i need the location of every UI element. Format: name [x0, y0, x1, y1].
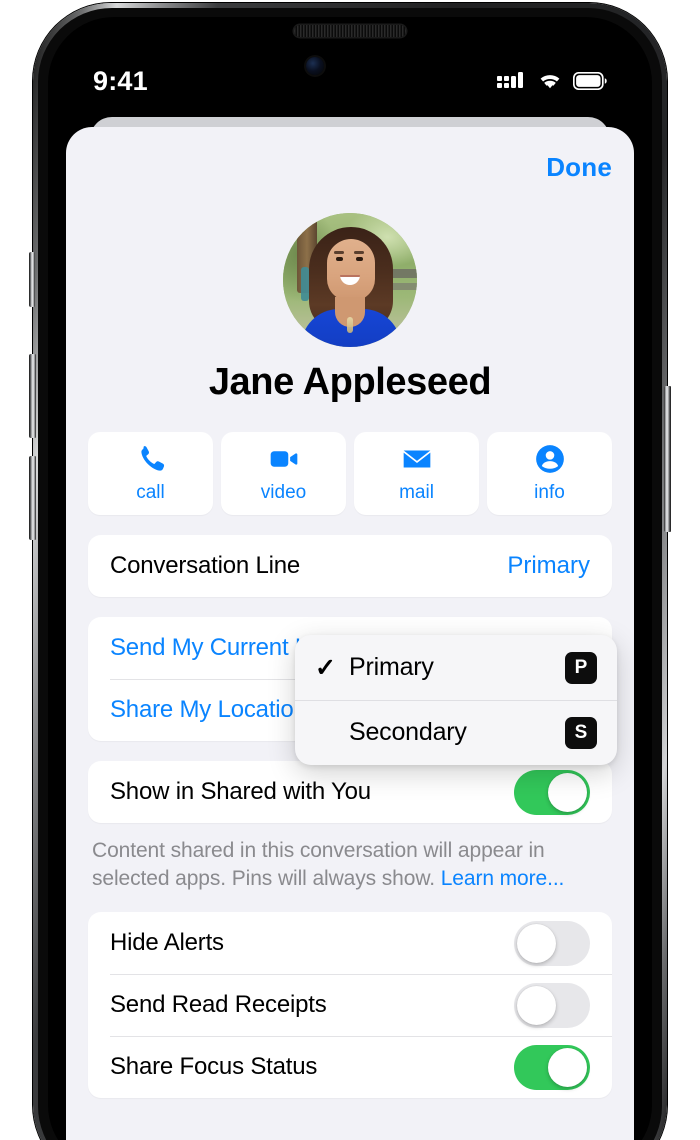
person-circle-icon [535, 445, 564, 473]
share-focus-status-toggle[interactable] [514, 1044, 590, 1090]
avatar-container [66, 213, 634, 347]
contact-name: Jane Appleseed [208, 361, 492, 403]
hide-alerts-toggle[interactable] [514, 920, 590, 966]
shared-with-you-group: Show in Shared with You [88, 761, 612, 823]
avatar[interactable] [283, 213, 417, 347]
share-focus-status-label: Share Focus Status [110, 1053, 318, 1081]
volume-down-button[interactable] [29, 456, 36, 540]
conversation-line-group: Conversation Line Primary [88, 535, 612, 597]
conversation-line-dropdown[interactable]: ✓ Primary P Secondary S [295, 635, 617, 765]
send-read-receipts-row[interactable]: Send Read Receipts [88, 974, 612, 1036]
secondary-line-badge: S [565, 716, 597, 749]
conversation-line-label: Conversation Line [110, 552, 301, 579]
screenshot-root: 9:41 Done Jane Appleseed call video mail… [0, 0, 700, 1140]
settings-group: Hide Alerts Send Read Receipts Share Foc… [88, 912, 612, 1099]
show-in-shared-with-you-toggle[interactable] [514, 769, 590, 815]
cellular-signal-icon [497, 72, 523, 88]
hide-alerts-label: Hide Alerts [110, 929, 224, 957]
show-in-shared-with-you-row[interactable]: Show in Shared with You [88, 761, 612, 823]
phone-icon [140, 446, 164, 471]
envelope-icon [403, 450, 430, 468]
wifi-icon [540, 75, 560, 89]
conversation-line-value: Primary [507, 552, 590, 579]
action-mute-button[interactable] [29, 252, 35, 307]
phone-screen: 9:41 Done Jane Appleseed call video mail… [48, 17, 652, 1140]
video-camera-icon [270, 451, 297, 467]
earpiece-speaker-icon [294, 25, 406, 37]
send-read-receipts-toggle[interactable] [514, 982, 590, 1028]
video-button[interactable]: video [221, 432, 346, 515]
conversation-line-row[interactable]: Conversation Line Primary [88, 535, 612, 597]
shared-with-you-footnote: Content shared in this conversation will… [92, 837, 608, 892]
volume-up-button[interactable] [29, 354, 36, 438]
menu-item-secondary[interactable]: Secondary S [295, 700, 617, 765]
call-button[interactable]: call [88, 432, 213, 515]
hide-alerts-row[interactable]: Hide Alerts [88, 912, 612, 974]
status-bar-indicators [497, 70, 607, 92]
status-bar-time: 9:41 [93, 65, 148, 96]
learn-more-link[interactable]: Learn more... [441, 867, 565, 890]
contact-details-sheet: Done Jane Appleseed call video mail info… [66, 127, 634, 1140]
menu-item-primary[interactable]: ✓ Primary P [295, 635, 617, 700]
status-bar: 9:41 [48, 63, 652, 99]
primary-line-badge: P [565, 651, 597, 684]
battery-icon [573, 72, 607, 90]
info-button[interactable]: info [487, 432, 612, 515]
menu-item-secondary-label: Secondary [349, 718, 467, 746]
quick-actions: call video mail info [66, 432, 634, 515]
check-icon: ✓ [315, 653, 336, 682]
share-focus-status-row[interactable]: Share Focus Status [88, 1036, 612, 1098]
menu-item-primary-label: Primary [349, 653, 434, 681]
sheet-header: Done [66, 127, 634, 207]
power-button[interactable] [664, 386, 671, 532]
send-read-receipts-label: Send Read Receipts [110, 991, 327, 1019]
done-button[interactable]: Done [546, 152, 612, 183]
info-button-label: info [534, 482, 565, 503]
video-button-label: video [260, 482, 307, 503]
show-in-shared-with-you-label: Show in Shared with You [110, 778, 371, 805]
mail-button-label: mail [399, 482, 434, 503]
call-button-label: call [136, 482, 165, 503]
share-my-location-label: Share My Location [110, 696, 307, 723]
mail-button[interactable]: mail [354, 432, 479, 515]
